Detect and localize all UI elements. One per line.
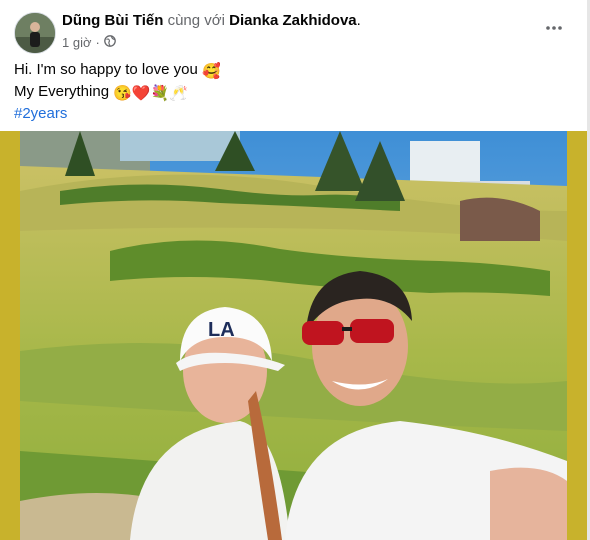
caption-line-1-text: Hi. I'm so happy to love you xyxy=(14,61,198,78)
photo-border: LA xyxy=(0,131,587,540)
caption-emojis: 😘❤️💐🥂 xyxy=(113,85,188,102)
facebook-post: Dũng Bùi Tiến cùng với Dianka Zakhidova.… xyxy=(0,0,590,540)
author-name[interactable]: Dũng Bùi Tiến xyxy=(62,12,163,29)
caption-line-2-text: My Everything xyxy=(14,83,110,100)
avatar-image xyxy=(15,13,55,53)
smiling-hearts-emoji: 🥰 xyxy=(201,63,221,80)
post-caption: Hi. I'm so happy to love you 🥰 My Everyt… xyxy=(14,60,221,124)
post-header: Dũng Bùi Tiến cùng với Dianka Zakhidova. xyxy=(62,12,361,29)
svg-text:LA: LA xyxy=(208,319,235,341)
hashtag-link[interactable]: #2years xyxy=(14,105,67,122)
header-period: . xyxy=(356,12,361,29)
tagged-user[interactable]: Dianka Zakhidova xyxy=(229,12,357,29)
globe-icon xyxy=(103,35,116,50)
caption-line-1: Hi. I'm so happy to love you 🥰 xyxy=(14,60,221,82)
post-meta: 1 giờ · xyxy=(62,35,116,50)
couple-selfie-image: LA xyxy=(20,131,567,540)
post-photo[interactable]: LA xyxy=(20,131,567,540)
more-options-icon[interactable] xyxy=(540,14,568,42)
meta-separator: · xyxy=(95,35,100,50)
post-timestamp[interactable]: 1 giờ xyxy=(62,35,92,50)
caption-line-3: #2years xyxy=(14,104,221,124)
caption-line-2: My Everything 😘❤️💐🥂 xyxy=(14,82,221,104)
with-text: cùng với xyxy=(167,12,225,29)
author-avatar[interactable] xyxy=(14,12,56,54)
